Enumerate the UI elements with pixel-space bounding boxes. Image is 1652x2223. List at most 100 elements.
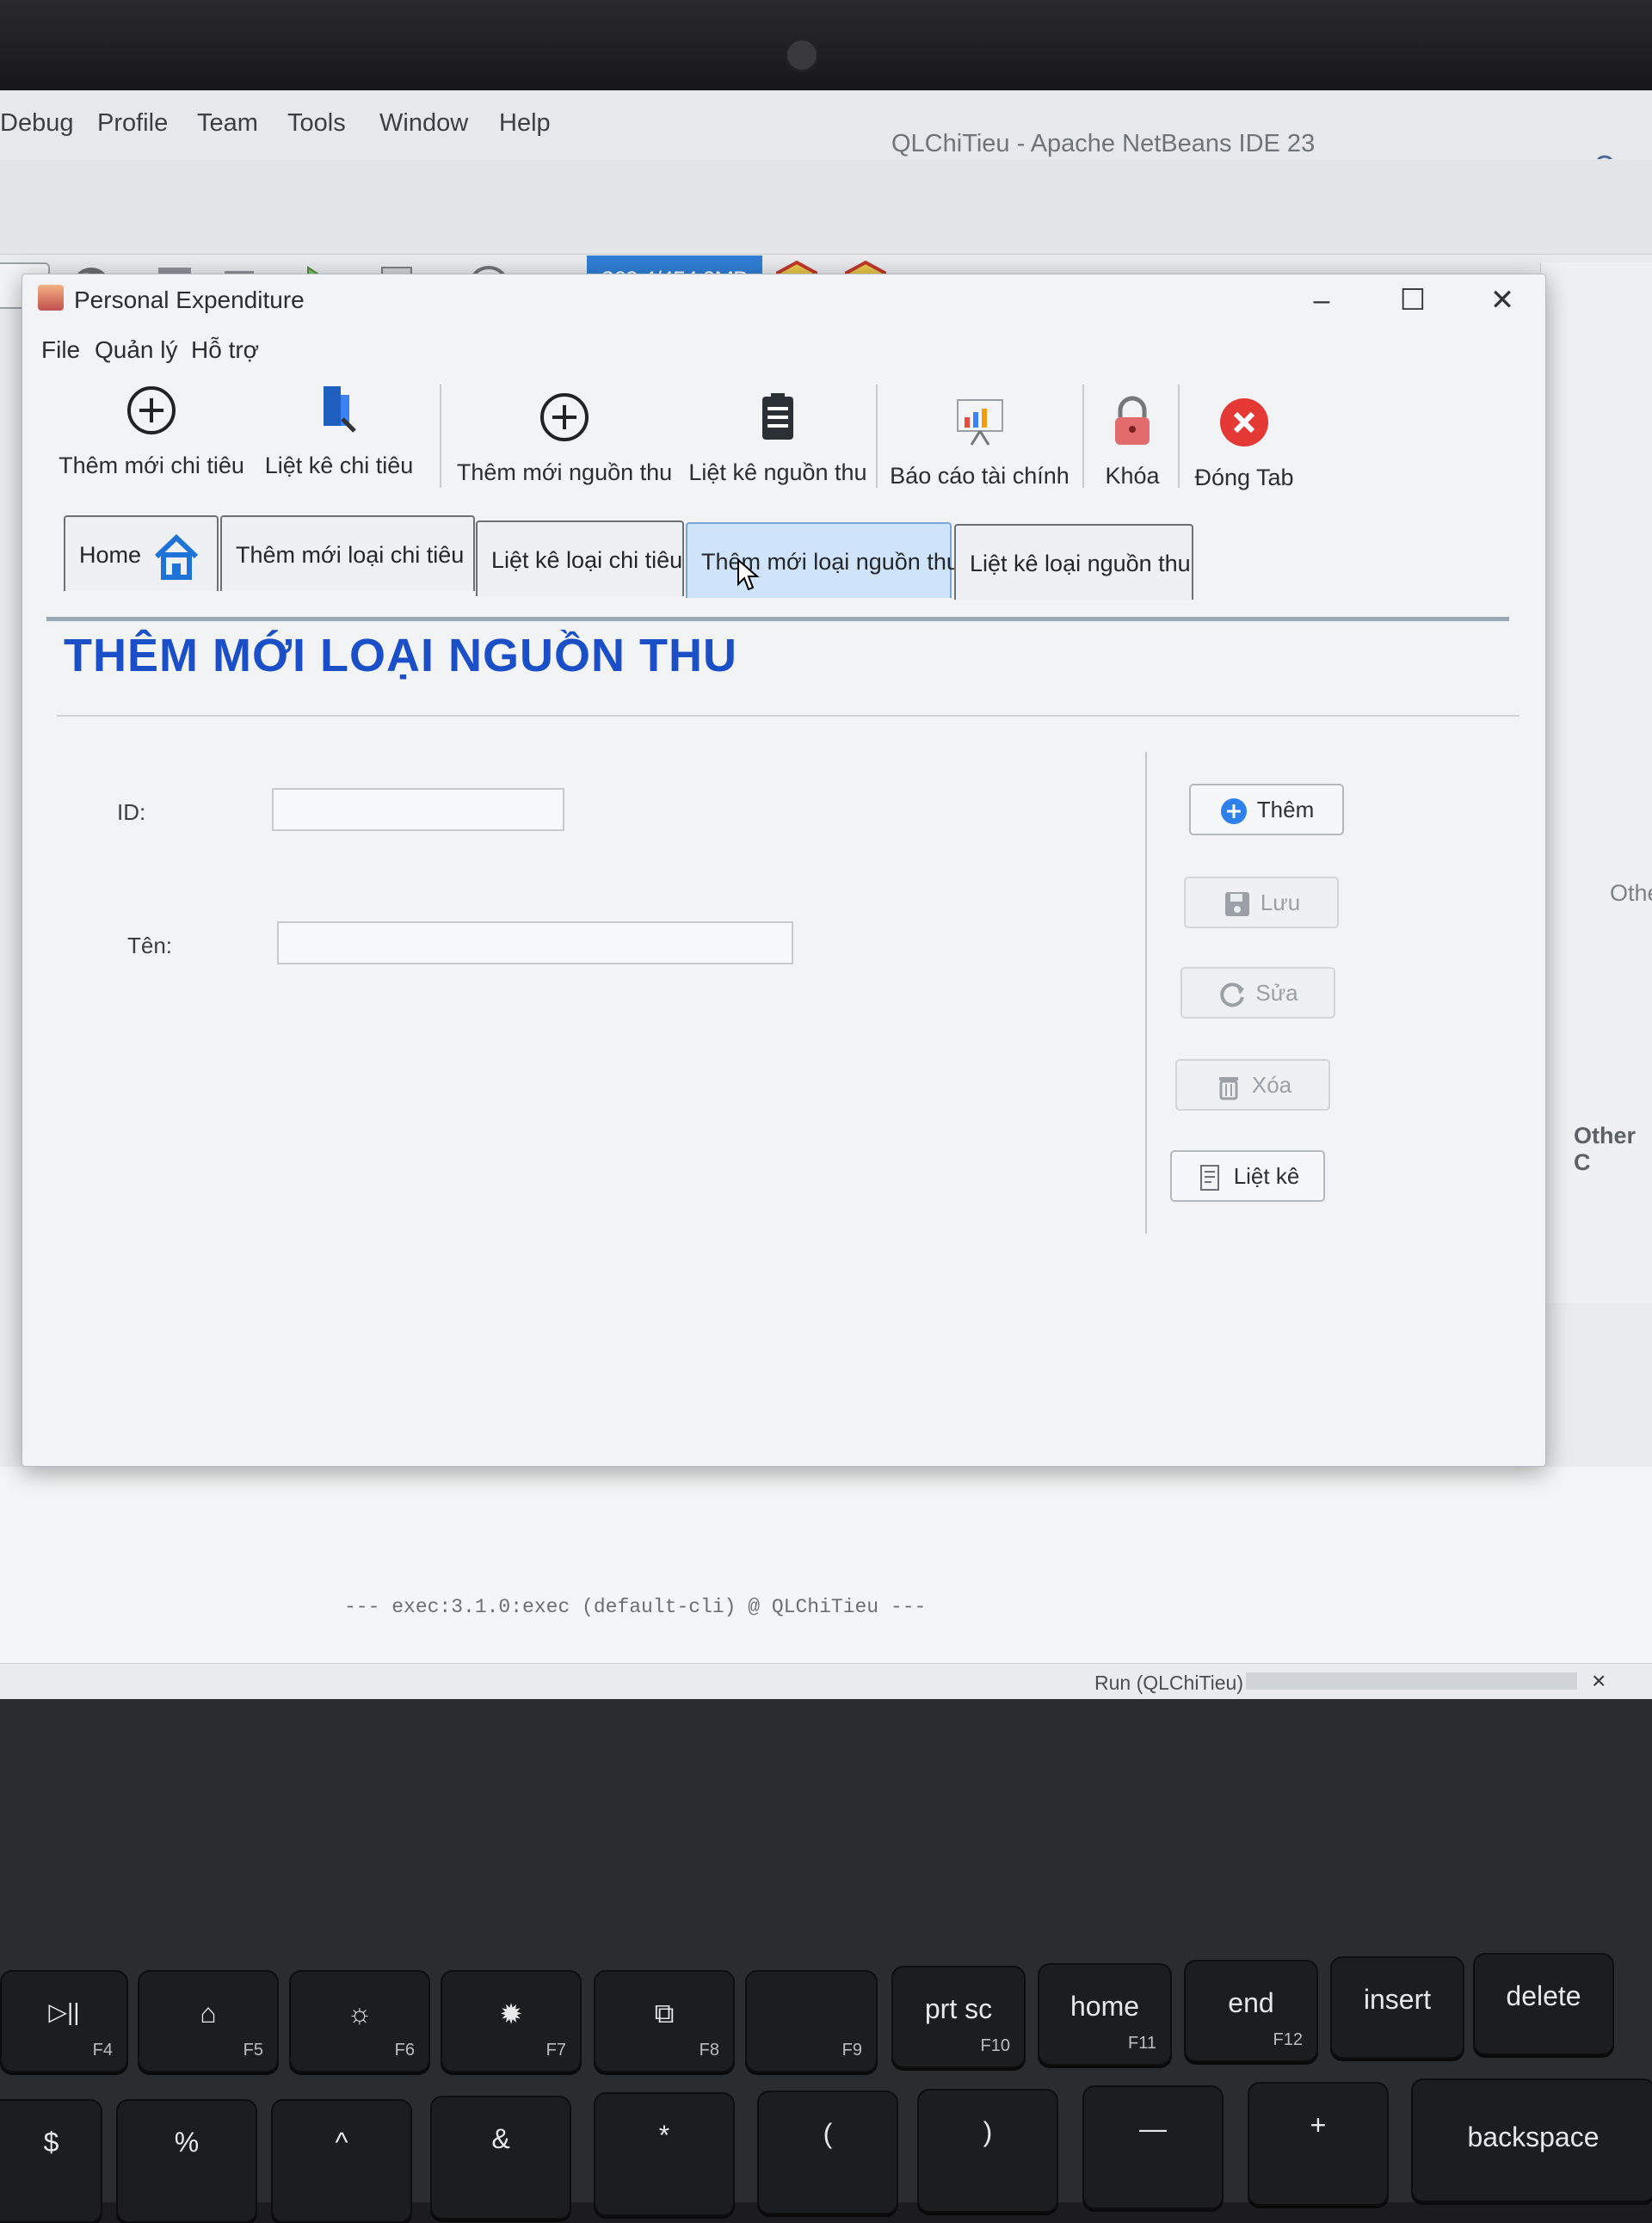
key-0: ) <box>917 2089 1058 2213</box>
toolbar-lock-label: Khóa <box>1105 463 1160 489</box>
save-disk-icon <box>1224 892 1249 917</box>
id-field[interactable] <box>272 788 564 831</box>
key-f9: F9 <box>745 1970 878 2072</box>
toolbar-financial-report[interactable]: Báo cáo tài chính <box>883 386 1076 515</box>
list-button[interactable]: Liệt kê <box>1170 1150 1325 1202</box>
edit-button-label: Sửa <box>1255 980 1298 1006</box>
maximize-button[interactable]: ☐ <box>1387 281 1439 319</box>
tab-add-expense-type[interactable]: Thêm mới loại chi tiêu <box>220 515 475 591</box>
presentation-chart-icon <box>956 399 1003 446</box>
title-divider <box>57 715 1519 717</box>
tab-list-expense-type[interactable]: Liệt kê loại chi tiêu <box>476 520 684 596</box>
toolbar-list-income[interactable]: Liệt kê nguồn thu <box>683 383 872 512</box>
ide-menu-profile[interactable]: Profile <box>97 109 168 138</box>
ide-menu-help[interactable]: Help <box>499 109 551 138</box>
app-window: Personal Expenditure – ☐ ✕ File Quản lý … <box>22 274 1546 1467</box>
key-f8: ⧉ F8 <box>594 1970 735 2072</box>
edit-button[interactable]: Sửa <box>1180 967 1335 1019</box>
toolbar-separator <box>440 385 441 488</box>
close-circle-icon <box>1220 398 1268 446</box>
key-f7: ✹ F7 <box>441 1970 582 2072</box>
toolbar-financial-report-label: Báo cáo tài chính <box>890 463 1069 489</box>
toolbar-list-income-label: Liệt kê nguồn thu <box>688 459 867 485</box>
id-label: ID: <box>117 799 146 825</box>
add-button-label: Thêm <box>1256 797 1315 822</box>
refresh-icon <box>1220 982 1245 1007</box>
tab-list-income-type[interactable]: Liệt kê loại nguồn thu <box>954 524 1193 600</box>
toolbar-add-income-label: Thêm mới nguồn thu <box>456 459 673 485</box>
toolbar-list-expense-label: Liệt kê chi tiêu <box>264 453 414 478</box>
toolbar-lock[interactable]: Khóa <box>1089 386 1175 515</box>
menu-file[interactable]: File <box>41 336 80 364</box>
add-circle-icon <box>1220 798 1247 825</box>
ide-menu-tools[interactable]: Tools <box>287 109 346 138</box>
tab-home[interactable]: Home <box>64 515 219 591</box>
key-equals: + <box>1248 2082 1389 2206</box>
name-field[interactable] <box>277 921 793 964</box>
lock-icon <box>1115 396 1150 445</box>
minimize-button[interactable]: – <box>1296 281 1347 319</box>
toolbar-separator <box>1178 385 1180 488</box>
ide-window-title: QLChiTieu - Apache NetBeans IDE 23 <box>891 130 1316 157</box>
key-f4: ▷|| F4 <box>0 1970 128 2072</box>
home-icon <box>154 533 198 580</box>
form-divider <box>1145 752 1147 1234</box>
ide-menu-team[interactable]: Team <box>197 109 258 138</box>
key-9: ( <box>757 2091 898 2214</box>
menu-ho-tro[interactable]: Hỗ trợ <box>191 336 259 364</box>
output-line: --- exec:3.1.0:exec (default-cli) @ QLCh… <box>344 1596 927 1618</box>
toolbar-add-expense[interactable]: Thêm mới chi tiêu <box>57 376 246 505</box>
palette-other-c-label: Other C <box>1574 1123 1637 1175</box>
toolbar-add-income[interactable]: Thêm mới nguồn thu <box>448 383 681 512</box>
key-delete: delete <box>1473 1953 1614 2055</box>
plus-circle-icon <box>127 386 176 434</box>
trash-icon <box>1218 1077 1238 1100</box>
key-insert: insert <box>1330 1956 1464 2059</box>
page-title: THÊM MỚI LOẠI NGUỒN THU <box>64 630 738 681</box>
key-6: ^ <box>271 2099 412 2223</box>
tab-home-label: Home <box>79 542 142 568</box>
key-prtsc: prt sc F10 <box>891 1966 1026 2068</box>
output-window <box>0 1467 1652 1690</box>
java-app-icon <box>38 285 64 311</box>
delete-button-label: Xóa <box>1251 1072 1292 1098</box>
plus-circle-icon <box>540 393 589 441</box>
key-backspace: backspace <box>1411 2078 1652 2202</box>
toolbar-separator <box>876 385 878 488</box>
list-button-label: Liệt kê <box>1233 1163 1300 1189</box>
run-progress-bar <box>1246 1672 1577 1690</box>
add-button[interactable]: Thêm <box>1189 784 1344 835</box>
webcam <box>785 38 819 72</box>
save-button-label: Lưu <box>1260 890 1301 915</box>
toolbar-separator <box>1082 385 1084 488</box>
run-status-bar: × <box>0 1663 1652 1699</box>
list-document-icon <box>1199 1165 1219 1192</box>
ide-menu-debug[interactable]: Debug <box>0 109 73 138</box>
run-label: Run (QLChiTieu) <box>1094 1672 1243 1694</box>
save-button[interactable]: Lưu <box>1184 877 1339 928</box>
key-minus: — <box>1082 2085 1224 2209</box>
tab-add-income-type[interactable]: Thêm mới loại nguồn thu <box>686 522 959 598</box>
key-8: * <box>594 2092 735 2216</box>
key-4: $ <box>0 2099 102 2223</box>
key-7: & <box>430 2096 571 2220</box>
key-5: % <box>116 2099 257 2223</box>
palette-other-label: Othe <box>1610 880 1652 906</box>
tab-underline <box>46 617 1509 621</box>
toolbar-add-expense-label: Thêm mới chi tiêu <box>59 453 244 478</box>
ide-toolbar: 369,4/454,0MB <box>0 159 1652 310</box>
toolbar-list-expense[interactable]: Liệt kê chi tiêu <box>253 376 425 505</box>
ide-menu-window[interactable]: Window <box>379 109 468 138</box>
mouse-cursor-icon <box>737 558 760 591</box>
ide-menubar: Debug Profile Team Tools Window Help QLC… <box>0 90 1652 182</box>
name-label: Tên: <box>127 933 173 958</box>
close-icon[interactable]: × <box>1592 1667 1606 1695</box>
books-icon <box>324 386 356 433</box>
toolbar-close-tab[interactable]: Đóng Tab <box>1184 388 1304 517</box>
clipboard-list-icon <box>762 393 793 440</box>
key-home: home F11 <box>1038 1963 1172 2066</box>
delete-button[interactable]: Xóa <box>1175 1059 1330 1111</box>
close-button[interactable]: ✕ <box>1476 281 1528 319</box>
app-title: Personal Expenditure <box>74 286 305 313</box>
menu-quan-ly[interactable]: Quản lý <box>95 336 178 364</box>
